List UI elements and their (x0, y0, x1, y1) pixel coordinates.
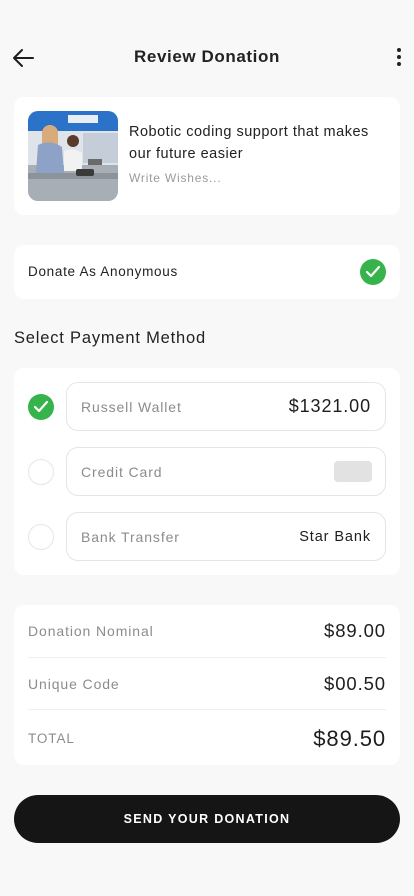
bank-transfer-radio[interactable] (28, 524, 54, 550)
summary-value: $89.00 (324, 620, 386, 641)
summary-label: TOTAL (28, 731, 75, 746)
anonymous-label: Donate As Anonymous (28, 264, 178, 279)
summary-row-nominal: Donation Nominal $89.00 (28, 605, 386, 657)
summary-total-value: $89.50 (313, 726, 386, 751)
summary-label: Unique Code (28, 676, 120, 692)
credit-card-radio[interactable] (28, 459, 54, 485)
campaign-image (28, 111, 118, 201)
payment-option-wallet[interactable]: Russell Wallet $1321.00 (66, 382, 386, 431)
campaign-card: Robotic coding support that makes our fu… (14, 97, 400, 215)
payment-option-label: Credit Card (81, 464, 163, 480)
payment-option-label: Russell Wallet (81, 399, 182, 415)
payment-option-label: Bank Transfer (81, 529, 180, 545)
wishes-input[interactable]: Write Wishes... (129, 171, 221, 185)
anonymous-checkbox[interactable] (360, 259, 386, 285)
send-donation-button[interactable]: SEND YOUR DONATION (14, 795, 400, 843)
credit-card-icon (334, 461, 372, 482)
donate-anonymous-toggle[interactable]: Donate As Anonymous (14, 245, 400, 299)
campaign-title: Robotic coding support that makes our fu… (129, 124, 369, 162)
wallet-radio[interactable] (28, 394, 54, 420)
check-icon (365, 265, 381, 278)
check-icon (33, 400, 49, 413)
payment-option-bank-transfer[interactable]: Bank Transfer Star Bank (66, 512, 386, 561)
summary-label: Donation Nominal (28, 623, 154, 639)
summary-row-unique-code: Unique Code $00.50 (28, 657, 386, 709)
donation-summary-card: Donation Nominal $89.00 Unique Code $00.… (14, 605, 400, 765)
bank-name: Star Bank (299, 529, 371, 545)
summary-row-total: TOTAL $89.50 (28, 709, 386, 765)
page-title: Review Donation (134, 47, 280, 66)
more-vertical-icon (397, 48, 401, 52)
wallet-balance: $1321.00 (288, 396, 371, 416)
more-options-button[interactable] (392, 45, 406, 71)
summary-value: $00.50 (324, 673, 386, 694)
payment-option-credit-card[interactable]: Credit Card (66, 447, 386, 496)
payment-methods-card: Russell Wallet $1321.00 Credit Card Bank… (14, 368, 400, 575)
payment-section-title: Select Payment Method (14, 329, 206, 347)
